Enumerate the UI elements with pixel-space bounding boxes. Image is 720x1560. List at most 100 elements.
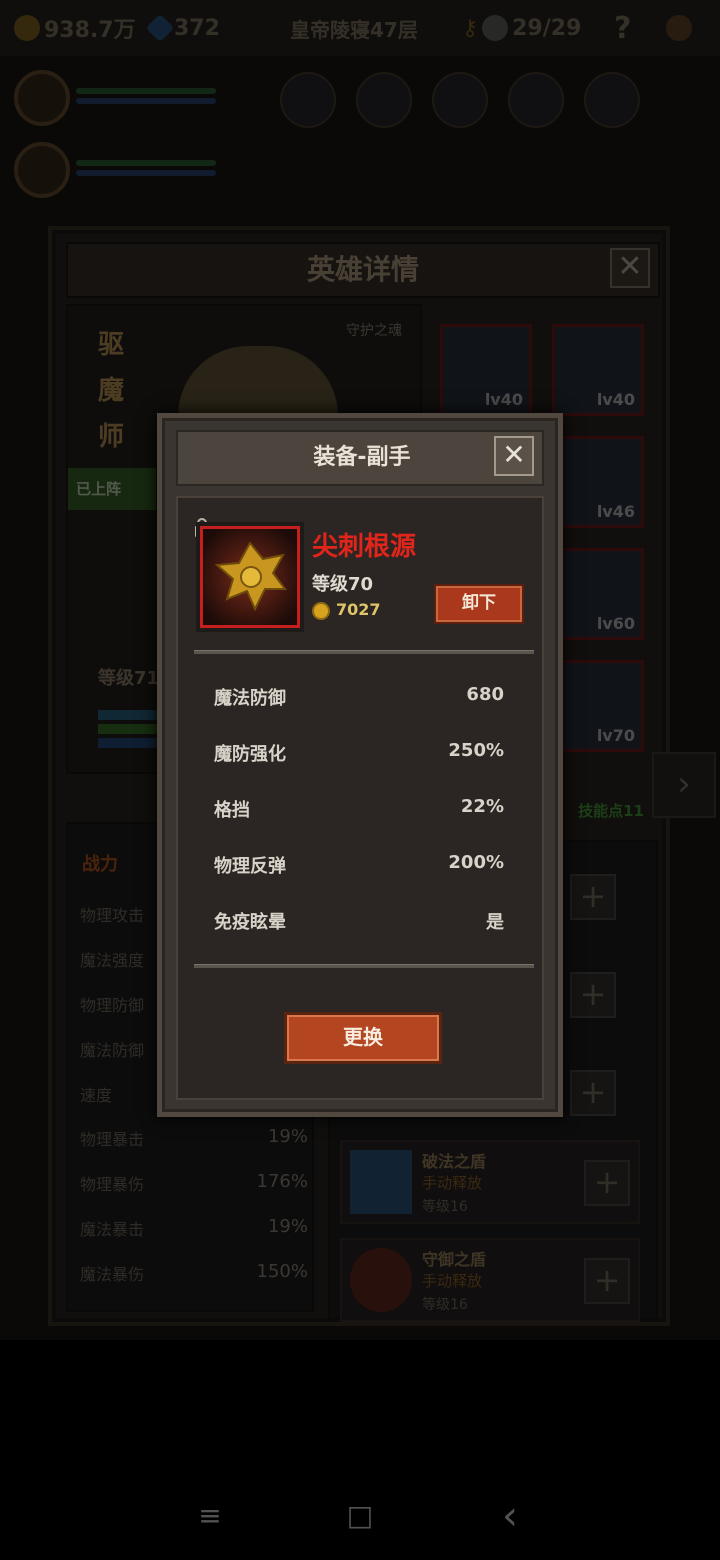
dialog-body: 尖刺根源 等级70 7027 卸下 魔法防御 680 魔防强化 250% 格挡 … [176,496,544,1100]
skill-thumbnail [350,1248,412,1312]
stat-name: 物理防御 [80,996,145,1015]
item-name: 尖刺根源 [312,532,417,562]
skill-upgrade-button[interactable]: + [570,874,616,920]
attribute-value: 680 [466,684,504,705]
combat-power-label: 战力 [82,854,118,875]
skill-slot-icon[interactable] [356,72,412,128]
skill-icon-row [280,72,640,128]
skill-upgrade-button[interactable]: + [570,972,616,1018]
attribute-name: 免疫眩晕 [214,912,286,933]
equip-slot-ring[interactable]: lv60 [552,548,644,640]
gem-amount: 372 [174,15,220,41]
stage-text: 皇帝陵寝47层 [290,17,418,42]
system-navigation-bar: ≡ □ ‹ [0,1472,720,1560]
stat-name: 物理攻击 [80,906,145,925]
equip-level: lv60 [596,614,635,633]
unequip-button[interactable]: 卸下 [434,584,524,624]
gold-amount: 938.7万 [44,18,136,43]
stat-row: 物理暴伤 176% [80,1171,308,1195]
divider [194,964,534,968]
hero-detail-title: 英雄详情 [66,242,660,298]
attribute-value: 250% [448,740,504,761]
gold-counter: 938.7万 [14,12,136,44]
stat-value: 19% [267,1216,308,1237]
key-counter: ⚷ 29/29 [462,15,581,41]
skill-slot-icon[interactable] [584,72,640,128]
resource-bar: 938.7万 372 皇帝陵寝47层 ⚷ 29/29 ? [0,0,720,56]
skill-activation: 手动释放 [422,1174,483,1192]
attribute-name: 魔法防御 [214,688,286,709]
skill-upgrade-button[interactable]: + [584,1258,630,1304]
skill-upgrade-button[interactable]: + [584,1160,630,1206]
divider [194,650,534,654]
dialog-close-button[interactable]: ✕ [494,436,534,476]
attribute-row: 魔法防御 680 [214,684,504,710]
equip-slot-boots[interactable]: lv46 [552,436,644,528]
equip-slot-amulet[interactable]: lv40 [552,324,644,416]
skill-card[interactable]: 破法之盾 手动释放 等级16 + [340,1140,640,1224]
skill-slot-icon[interactable] [432,72,488,128]
stat-row: 魔法暴伤 150% [80,1261,308,1285]
hero-name: 驱魔师 [98,330,125,452]
attribute-value: 200% [448,852,504,873]
stat-name: 魔法暴伤 [80,1265,145,1284]
dialog-header: 装备-副手 ✕ [176,430,544,486]
hero-level: 等级71 [98,668,160,689]
stat-row: 物理暴击 19% [80,1126,308,1150]
gold-coin-icon [14,15,40,41]
hero-health-bars [76,156,216,180]
stat-name: 魔法强度 [80,951,145,970]
equip-level: lv46 [596,502,635,521]
item-level: 等级70 [312,574,374,595]
help-icon: ? [614,10,632,46]
attribute-value: 22% [460,796,504,817]
skill-points: 技能点11 [578,802,644,820]
attribute-name: 魔防强化 [214,744,286,765]
deployed-badge: 已上阵 [68,468,156,510]
equipment-detail-dialog: 装备-副手 ✕ 尖刺根源 等级70 7027 卸下 魔法防御 680 魔防强化 … [157,413,563,1117]
gear-icon [666,15,692,41]
hero-health-bars [76,84,216,108]
skill-level: 等级16 [422,1297,468,1313]
team-hero-avatar[interactable] [14,142,70,198]
stat-name: 物理暴击 [80,1130,145,1149]
dialog-title: 装备-副手 [313,445,411,470]
equip-level: lv40 [596,390,635,409]
stat-row: 魔法暴击 19% [80,1216,308,1240]
skill-slot-icon[interactable] [280,72,336,128]
menu-icon[interactable]: ≡ [190,1496,230,1536]
attribute-name: 格挡 [214,800,250,821]
attribute-row: 物理反弹 200% [214,852,504,878]
guardian-soul-label[interactable]: 守护之魂 [346,320,402,340]
stat-value: 150% [256,1261,308,1282]
stat-name: 物理暴伤 [80,1175,145,1194]
team-hero-avatar[interactable] [14,70,70,126]
spiked-shield-icon [203,529,297,625]
equip-level: lv70 [596,726,635,745]
stat-value: 176% [256,1171,308,1192]
back-icon[interactable]: ‹ [490,1496,530,1536]
key-icon: ⚷ [462,15,479,41]
skill-slot-icon[interactable] [508,72,564,128]
next-hero-arrow-icon[interactable]: › [652,752,716,818]
home-icon[interactable]: □ [340,1496,380,1536]
equip-slot-helmet[interactable]: lv40 [440,324,532,416]
hero-detail-close-button[interactable]: ✕ [610,248,650,288]
skill-activation: 手动释放 [422,1272,483,1290]
skill-thumbnail [350,1150,412,1214]
help-button[interactable]: ? [614,11,631,46]
attribute-row: 格挡 22% [214,796,504,822]
gold-coin-icon [312,602,330,620]
settings-button[interactable] [666,15,692,41]
skull-icon [482,15,509,41]
stat-name: 速度 [80,1086,113,1105]
equip-slot-offhand[interactable]: lv70 [552,660,644,752]
gem-counter: 372 [145,13,220,43]
stat-name: 魔法防御 [80,1041,145,1060]
equip-level: lv40 [484,390,523,409]
item-icon-frame [200,526,300,628]
skill-card[interactable]: 守御之盾 手动释放 等级16 + [340,1238,640,1322]
replace-button[interactable]: 更换 [284,1012,442,1064]
skill-upgrade-button[interactable]: + [570,1070,616,1116]
attribute-value: 是 [486,912,504,933]
